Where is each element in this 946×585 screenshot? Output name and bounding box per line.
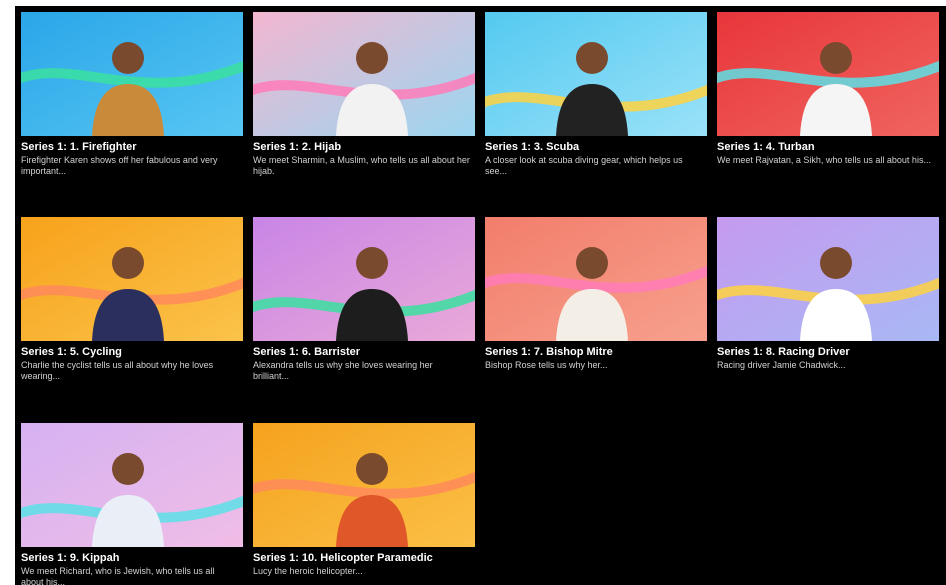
episode-title[interactable]: Series 1: 8. Racing Driver: [717, 346, 939, 359]
person-head: [576, 247, 608, 279]
episode-card[interactable]: Series 1: 10. Helicopter Paramedic Lucy …: [253, 423, 475, 585]
thumbnail-art: [21, 423, 243, 547]
episode-description: We meet Sharmin, a Muslim, who tells us …: [253, 155, 470, 176]
person-head: [820, 247, 852, 279]
episode-card[interactable]: Series 1: 9. Kippah We meet Richard, who…: [21, 423, 243, 585]
episode-card[interactable]: Series 1: 2. Hijab We meet Sharmin, a Mu…: [253, 12, 475, 177]
episode-title[interactable]: Series 1: 10. Helicopter Paramedic: [253, 552, 475, 565]
thumbnail-art: [21, 12, 243, 136]
thumbnail-art: [21, 217, 243, 341]
episode-description: Bishop Rose tells us why her...: [485, 360, 608, 370]
kippah-thumbnail[interactable]: [21, 423, 243, 547]
person-head: [576, 42, 608, 74]
episode-title[interactable]: Series 1: 1. Firefighter: [21, 141, 243, 154]
thumbnail-art: [253, 12, 475, 136]
thumbnail-art: [485, 12, 707, 136]
barrister-thumbnail[interactable]: [253, 217, 475, 341]
person-head: [820, 42, 852, 74]
episode-title[interactable]: Series 1: 7. Bishop Mitre: [485, 346, 707, 359]
episode-card[interactable]: Series 1: 1. Firefighter Firefighter Kar…: [21, 12, 243, 177]
person-head: [112, 42, 144, 74]
episode-description: Alexandra tells us why she loves wearing…: [253, 360, 433, 381]
episode-card[interactable]: Series 1: 8. Racing Driver Racing driver…: [717, 217, 939, 382]
person-head: [356, 247, 388, 279]
hijab-thumbnail[interactable]: [253, 12, 475, 136]
episode-title[interactable]: Series 1: 4. Turban: [717, 141, 939, 154]
episode-title[interactable]: Series 1: 9. Kippah: [21, 552, 243, 565]
episode-description: Firefighter Karen shows off her fabulous…: [21, 155, 218, 176]
episode-card[interactable]: Series 1: 5. Cycling Charlie the cyclist…: [21, 217, 243, 382]
episode-card[interactable]: Series 1: 4. Turban We meet Rajvatan, a …: [717, 12, 939, 177]
episode-description: We meet Richard, who is Jewish, who tell…: [21, 566, 215, 585]
thumbnail-art: [717, 12, 939, 136]
thumbnail-art: [717, 217, 939, 341]
page: Series 1: 1. Firefighter Firefighter Kar…: [0, 0, 946, 585]
scuba-thumbnail[interactable]: [485, 12, 707, 136]
turban-thumbnail[interactable]: [717, 12, 939, 136]
thumbnail-art: [485, 217, 707, 341]
episode-title[interactable]: Series 1: 2. Hijab: [253, 141, 475, 154]
person-head: [112, 453, 144, 485]
person-head: [356, 453, 388, 485]
episode-title[interactable]: Series 1: 3. Scuba: [485, 141, 707, 154]
racing-driver-thumbnail[interactable]: [717, 217, 939, 341]
person-head: [112, 247, 144, 279]
episode-card[interactable]: Series 1: 7. Bishop Mitre Bishop Rose te…: [485, 217, 707, 382]
helicopter-paramedic-thumbnail[interactable]: [253, 423, 475, 547]
episode-description: Lucy the heroic helicopter...: [253, 566, 363, 576]
episode-title[interactable]: Series 1: 6. Barrister: [253, 346, 475, 359]
episode-grid: Series 1: 1. Firefighter Firefighter Kar…: [15, 6, 946, 585]
cycling-thumbnail[interactable]: [21, 217, 243, 341]
episode-description: A closer look at scuba diving gear, whic…: [485, 155, 683, 176]
thumbnail-art: [253, 423, 475, 547]
episode-description: Charlie the cyclist tells us all about w…: [21, 360, 214, 381]
bishop-mitre-thumbnail[interactable]: [485, 217, 707, 341]
thumbnail-art: [253, 217, 475, 341]
episode-title[interactable]: Series 1: 5. Cycling: [21, 346, 243, 359]
episode-description: Racing driver Jamie Chadwick...: [717, 360, 846, 370]
episode-card[interactable]: Series 1: 6. Barrister Alexandra tells u…: [253, 217, 475, 382]
person-head: [356, 42, 388, 74]
episode-description: We meet Rajvatan, a Sikh, who tells us a…: [717, 155, 931, 165]
firefighter-thumbnail[interactable]: [21, 12, 243, 136]
episode-card[interactable]: Series 1: 3. Scuba A closer look at scub…: [485, 12, 707, 177]
